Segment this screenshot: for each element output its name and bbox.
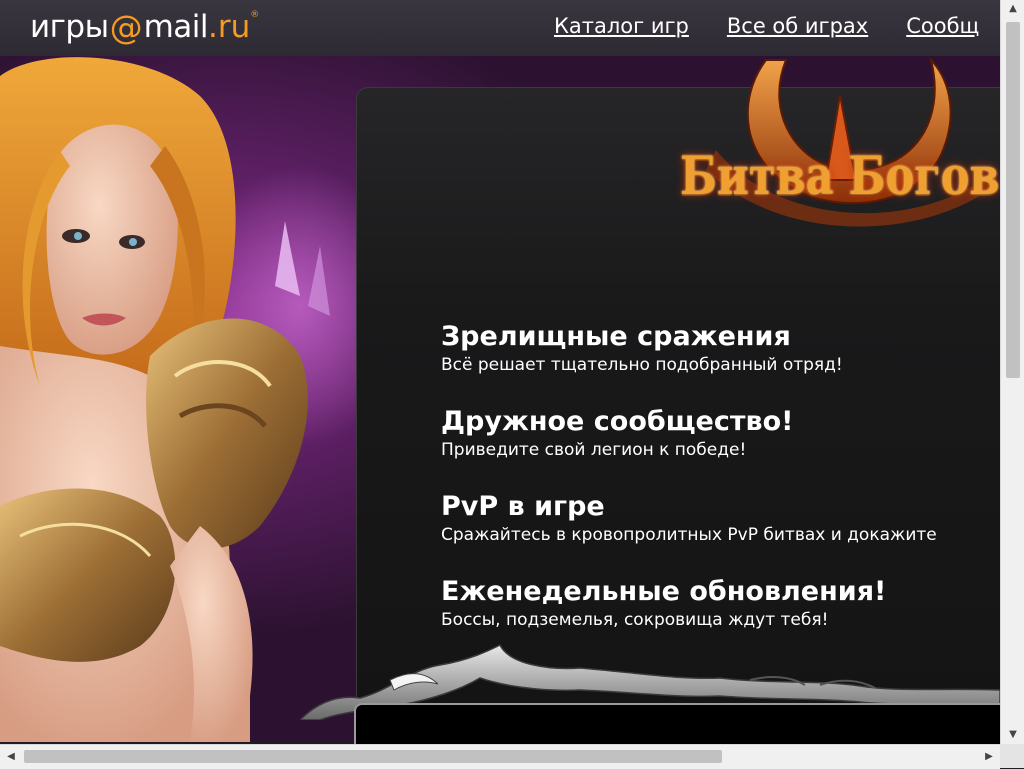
feature-title: Дружное сообщество! bbox=[441, 406, 794, 437]
feature-title: PvP в игре bbox=[441, 491, 605, 522]
top-nav: Каталог игр Все об играх Сообщ bbox=[554, 14, 1000, 38]
logo-registered: ® bbox=[250, 10, 260, 20]
arrow-left-icon[interactable]: ◀ bbox=[0, 745, 22, 769]
feature-title: Зрелищные сражения bbox=[441, 321, 791, 352]
nav-link-community[interactable]: Сообщ bbox=[906, 14, 979, 38]
site-header: игры @ mail .ru ® Каталог игр Все об игр… bbox=[0, 0, 1000, 56]
feature-description: Сражайтесь в кровопролитных PvP битвах и… bbox=[441, 525, 937, 545]
play-area-box[interactable] bbox=[354, 703, 1018, 747]
feature-description: Приведите свой легион к победе! bbox=[441, 440, 747, 460]
feature-description: Боссы, подземелья, сокровища ждут тебя! bbox=[441, 610, 829, 630]
feature-item: PvP в игре Сражайтесь в кровопролитных P… bbox=[441, 490, 937, 575]
feature-description: Всё решает тщательно подобранный отряд! bbox=[441, 355, 843, 375]
logo-suffix: .ru bbox=[208, 9, 251, 45]
site-logo[interactable]: игры @ mail .ru ® bbox=[30, 7, 260, 47]
vertical-scrollbar[interactable]: ▲ ▼ bbox=[1000, 0, 1024, 744]
logo-name: mail bbox=[143, 9, 209, 45]
feature-list: Зрелищные сражения Всё решает тщательно … bbox=[441, 320, 937, 660]
scrollbar-corner bbox=[1000, 744, 1024, 768]
nav-link-catalog[interactable]: Каталог игр bbox=[554, 14, 689, 38]
vertical-scroll-thumb[interactable] bbox=[1006, 22, 1020, 378]
nav-link-about-games[interactable]: Все об играх bbox=[727, 14, 868, 38]
horizontal-scrollbar[interactable]: ◀ ▶ bbox=[0, 744, 1000, 769]
game-title: Битва Богов bbox=[680, 146, 1000, 207]
arrow-down-icon[interactable]: ▼ bbox=[1001, 726, 1024, 744]
logo-prefix: игры bbox=[30, 9, 109, 45]
feature-item: Дружное сообщество! Приведите свой легио… bbox=[441, 405, 937, 490]
arrow-up-icon[interactable]: ▲ bbox=[1001, 0, 1024, 18]
logo-at-sign: @ bbox=[109, 7, 143, 47]
feature-title: Еженедельные обновления! bbox=[441, 576, 887, 607]
horizontal-scroll-thumb[interactable] bbox=[24, 750, 722, 763]
feature-item: Зрелищные сражения Всё решает тщательно … bbox=[441, 320, 937, 405]
arrow-right-icon[interactable]: ▶ bbox=[978, 745, 1000, 769]
